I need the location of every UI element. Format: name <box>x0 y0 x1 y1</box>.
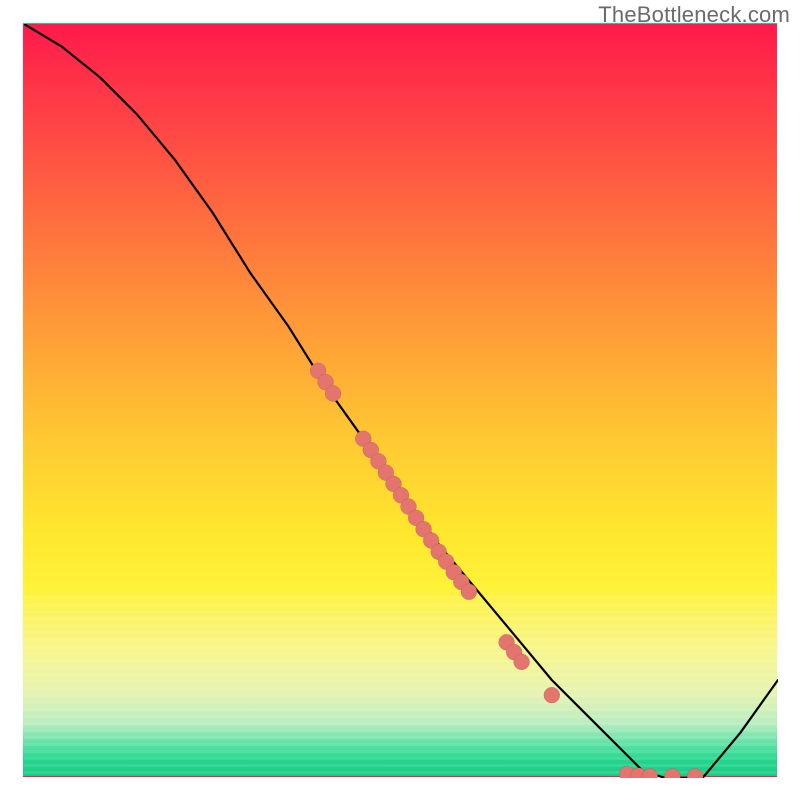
scatter-dot <box>386 476 402 492</box>
scatter-dot <box>363 442 379 458</box>
scatter-dot <box>355 431 371 447</box>
scatter-dot <box>619 766 635 778</box>
chart-svg <box>24 24 778 778</box>
scatter-dot <box>461 584 477 600</box>
chart-container: TheBottleneck.com <box>0 0 800 800</box>
scatter-dot <box>423 533 439 549</box>
scatter-dot <box>318 374 334 390</box>
scatter-dot <box>514 654 530 670</box>
scatter-dot <box>631 768 647 778</box>
scatter-dot <box>431 544 447 560</box>
scatter-dot <box>453 574 469 590</box>
scatter-dot <box>438 554 454 570</box>
scatter-dot <box>310 363 326 379</box>
scatter-dot <box>499 634 515 650</box>
plot-area <box>23 23 777 777</box>
scatter-dot <box>687 769 703 779</box>
scatter-dot <box>393 487 409 503</box>
scatter-dot <box>642 769 658 779</box>
scatter-dot <box>408 510 424 526</box>
scatter-dot <box>370 453 386 469</box>
scatter-dot <box>378 465 394 481</box>
scatter-dot <box>416 521 432 537</box>
scatter-dot <box>446 564 462 580</box>
scatter-dot <box>544 687 560 703</box>
bottom-stripe-overlay <box>24 596 776 776</box>
curve-line <box>24 24 778 778</box>
scatter-dot <box>664 769 680 779</box>
scatter-dot <box>506 644 522 660</box>
scatter-dots <box>310 363 703 778</box>
scatter-dot <box>325 386 341 402</box>
scatter-dot <box>401 499 417 515</box>
